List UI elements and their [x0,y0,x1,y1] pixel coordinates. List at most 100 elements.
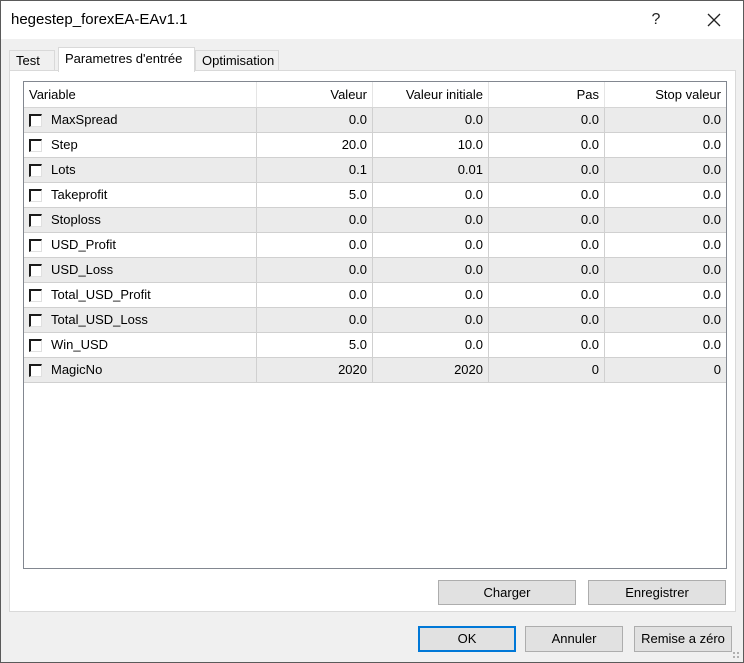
variable-name: Win_USD [51,337,109,352]
table-row[interactable]: Total_USD_Loss 0.0 0.0 0.0 0.0 [24,308,726,333]
grid-header: Variable Valeur Valeur initiale Pas Stop… [24,82,726,108]
column-header-variable[interactable]: Variable [24,82,257,107]
tab-panel-parametres: Variable Valeur Valeur initiale Pas Stop… [9,70,736,612]
cell-pas[interactable]: 0.0 [489,183,605,207]
title-bar: hegestep_forexEA-EAv1.1 ? [1,1,743,39]
save-button[interactable]: Enregistrer [588,580,726,605]
cell-pas[interactable]: 0.0 [489,283,605,307]
table-row[interactable]: Takeprofit 5.0 0.0 0.0 0.0 [24,183,726,208]
cell-stop-valeur[interactable]: 0.0 [605,333,726,357]
cell-pas[interactable]: 0 [489,358,605,382]
cell-valeur[interactable]: 0.0 [257,308,373,332]
cell-valeur-initiale[interactable]: 0.0 [373,333,489,357]
window-title: hegestep_forexEA-EAv1.1 [11,11,188,28]
close-button[interactable] [697,5,731,35]
table-row[interactable]: Lots 0.1 0.01 0.0 0.0 [24,158,726,183]
cell-valeur-initiale[interactable]: 10.0 [373,133,489,157]
table-row[interactable]: MagicNo 2020 2020 0 0 [24,358,726,383]
cell-valeur[interactable]: 0.0 [257,258,373,282]
cell-valeur[interactable]: 0.0 [257,108,373,132]
close-icon [707,13,721,27]
cell-valeur[interactable]: 20.0 [257,133,373,157]
optimize-checkbox[interactable] [29,313,42,327]
optimize-checkbox[interactable] [29,338,42,352]
variable-name: MagicNo [51,362,103,377]
cell-pas[interactable]: 0.0 [489,208,605,232]
cell-pas[interactable]: 0.0 [489,333,605,357]
cell-variable: Total_USD_Profit [24,283,257,307]
cell-valeur-initiale[interactable]: 0.0 [373,258,489,282]
optimize-checkbox[interactable] [29,113,42,127]
cell-valeur-initiale[interactable]: 0.0 [373,308,489,332]
cell-pas[interactable]: 0.0 [489,158,605,182]
load-button[interactable]: Charger [438,580,576,605]
cell-pas[interactable]: 0.0 [489,308,605,332]
help-button[interactable]: ? [641,5,671,35]
cell-valeur[interactable]: 2020 [257,358,373,382]
resize-grip[interactable] [733,652,741,660]
cell-valeur-initiale[interactable]: 0.0 [373,208,489,232]
cell-valeur-initiale[interactable]: 0.01 [373,158,489,182]
cell-valeur-initiale[interactable]: 0.0 [373,183,489,207]
optimize-checkbox[interactable] [29,138,42,152]
table-row[interactable]: Step 20.0 10.0 0.0 0.0 [24,133,726,158]
cell-valeur[interactable]: 5.0 [257,183,373,207]
grid-body: MaxSpread 0.0 0.0 0.0 0.0 Step 20.0 10.0 0.0 0.0 L… [24,108,726,383]
cell-stop-valeur[interactable]: 0 [605,358,726,382]
cell-valeur[interactable]: 0.0 [257,233,373,257]
optimize-checkbox[interactable] [29,263,42,277]
tab-parametres-entree[interactable]: Parametres d'entrée [58,47,195,72]
cell-stop-valeur[interactable]: 0.0 [605,108,726,132]
optimize-checkbox[interactable] [29,213,42,227]
cell-stop-valeur[interactable]: 0.0 [605,308,726,332]
table-row[interactable]: Stoploss 0.0 0.0 0.0 0.0 [24,208,726,233]
cell-valeur-initiale[interactable]: 0.0 [373,108,489,132]
cell-stop-valeur[interactable]: 0.0 [605,258,726,282]
table-row[interactable]: USD_Loss 0.0 0.0 0.0 0.0 [24,258,726,283]
cell-stop-valeur[interactable]: 0.0 [605,183,726,207]
cancel-button[interactable]: Annuler [525,626,623,652]
variable-name: Step [51,137,78,152]
cell-stop-valeur[interactable]: 0.0 [605,283,726,307]
variable-name: Total_USD_Profit [51,287,151,302]
table-row[interactable]: Win_USD 5.0 0.0 0.0 0.0 [24,333,726,358]
optimize-checkbox[interactable] [29,363,42,377]
table-row[interactable]: MaxSpread 0.0 0.0 0.0 0.0 [24,108,726,133]
table-row[interactable]: Total_USD_Profit 0.0 0.0 0.0 0.0 [24,283,726,308]
column-header-valeur-initiale[interactable]: Valeur initiale [373,82,489,107]
cell-variable: Takeprofit [24,183,257,207]
cell-valeur-initiale[interactable]: 0.0 [373,233,489,257]
tab-optimisation[interactable]: Optimisation [195,50,279,71]
optimize-checkbox[interactable] [29,163,42,177]
cell-valeur[interactable]: 0.0 [257,283,373,307]
cell-pas[interactable]: 0.0 [489,133,605,157]
table-row[interactable]: USD_Profit 0.0 0.0 0.0 0.0 [24,233,726,258]
cell-valeur[interactable]: 0.1 [257,158,373,182]
optimize-checkbox[interactable] [29,288,42,302]
cell-pas[interactable]: 0.0 [489,108,605,132]
ok-button[interactable]: OK [418,626,516,652]
cell-stop-valeur[interactable]: 0.0 [605,208,726,232]
column-header-valeur[interactable]: Valeur [257,82,373,107]
cell-pas[interactable]: 0.0 [489,233,605,257]
cell-variable: Win_USD [24,333,257,357]
column-header-pas[interactable]: Pas [489,82,605,107]
cell-valeur[interactable]: 5.0 [257,333,373,357]
cell-valeur[interactable]: 0.0 [257,208,373,232]
column-header-stop-valeur[interactable]: Stop valeur [605,82,726,107]
cell-variable: MagicNo [24,358,257,382]
cell-variable: Total_USD_Loss [24,308,257,332]
cell-valeur-initiale[interactable]: 2020 [373,358,489,382]
cell-valeur-initiale[interactable]: 0.0 [373,283,489,307]
cell-stop-valeur[interactable]: 0.0 [605,233,726,257]
cell-variable: USD_Loss [24,258,257,282]
cell-variable: Stoploss [24,208,257,232]
variable-name: USD_Profit [51,237,117,252]
tab-test[interactable]: Test [9,50,55,71]
optimize-checkbox[interactable] [29,188,42,202]
cell-stop-valeur[interactable]: 0.0 [605,158,726,182]
cell-pas[interactable]: 0.0 [489,258,605,282]
reset-button[interactable]: Remise a zéro [634,626,732,652]
optimize-checkbox[interactable] [29,238,42,252]
cell-stop-valeur[interactable]: 0.0 [605,133,726,157]
